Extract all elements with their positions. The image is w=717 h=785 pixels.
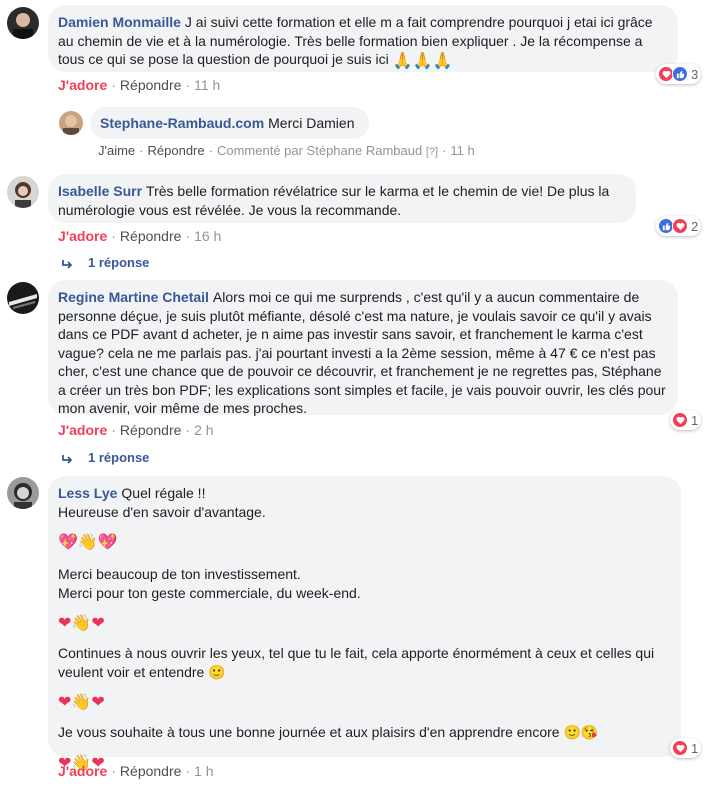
comment-bubble-regine: Regine Martine Chetail Alors moi ce qui m… xyxy=(48,280,678,416)
help-link[interactable]: [?] xyxy=(426,146,438,158)
reaction-count: 1 xyxy=(691,412,699,428)
reply-actions: J'aime · Répondre · Commenté par Stéphane Ra… xyxy=(98,143,475,158)
love-reaction-link[interactable]: J'adore xyxy=(58,422,107,438)
like-link[interactable]: J'aime xyxy=(98,143,135,158)
reply-bubble-stephane: Stephane-Rambaud.com Merci Damien xyxy=(90,107,369,139)
like-icon xyxy=(672,66,688,82)
comment-line: Heureuse d'en savoir d'avantage. xyxy=(58,503,266,520)
reaction-count: 1 xyxy=(691,740,699,756)
reply-time[interactable]: 11 h xyxy=(450,143,474,158)
reply-text: Merci Damien xyxy=(268,115,355,131)
reply-link[interactable]: Répondre xyxy=(120,422,182,438)
reaction-count: 2 xyxy=(691,218,699,234)
reaction-summary[interactable]: 1 xyxy=(670,410,702,430)
comment-line: Merci beaucoup de ton investissement. xyxy=(58,566,301,582)
love-reaction-link[interactable]: J'adore xyxy=(58,228,107,244)
love-reaction-link[interactable]: J'adore xyxy=(58,77,107,93)
love-icon xyxy=(672,218,688,234)
comment-author[interactable]: Isabelle Surr xyxy=(58,183,142,199)
avatar-stephane[interactable] xyxy=(59,111,83,135)
comment-actions: J'adore · Répondre · 11 h xyxy=(58,77,221,93)
view-replies-link[interactable]: 1 réponse xyxy=(62,255,149,270)
love-icon xyxy=(672,740,688,756)
reaction-count: 3 xyxy=(691,66,699,82)
reply-author[interactable]: Stephane-Rambaud.com xyxy=(100,115,264,131)
reaction-summary[interactable]: 3 xyxy=(656,64,702,84)
comment-line: Je vous souhaite à tous une bonne journé… xyxy=(58,724,599,740)
comment-actions: J'adore · Répondre · 1 h xyxy=(58,763,214,779)
comment-line: Quel régale !! xyxy=(121,485,206,501)
replies-count: 1 réponse xyxy=(88,255,150,270)
comment-time[interactable]: 1 h xyxy=(194,763,213,779)
comment-time[interactable]: 16 h xyxy=(194,228,221,244)
avatar-damien[interactable] xyxy=(7,7,39,39)
praying-hands-emoji: 🙏🙏🙏 xyxy=(392,53,453,70)
comment-bubble-less-lye: Less Lye Quel régale !! Heureuse d'en sav… xyxy=(48,476,681,771)
reply-link[interactable]: Répondre xyxy=(120,77,182,93)
comment-line: Merci pour ton geste commerciale, du wee… xyxy=(58,584,361,601)
replies-count: 1 réponse xyxy=(88,450,150,465)
hearts-wave-emoji: 💖👋💖 xyxy=(58,534,118,551)
comment-author[interactable]: Less Lye xyxy=(58,485,117,501)
reply-link[interactable]: Répondre xyxy=(120,228,182,244)
comment-actions: J'adore · Répondre · 16 h xyxy=(58,228,222,244)
comment-time[interactable]: 2 h xyxy=(194,422,213,438)
love-reaction-link[interactable]: J'adore xyxy=(58,763,107,779)
comment-bubble-isabelle: Isabelle Surr Très belle formation révéla… xyxy=(48,174,636,223)
avatar-image xyxy=(9,294,37,309)
hearts-wave-emoji: ❤👋❤ xyxy=(58,615,105,632)
comment-line: Continues à nous ouvrir les yeux, tel qu… xyxy=(58,645,655,680)
hearts-wave-emoji: ❤👋❤ xyxy=(58,694,105,711)
reaction-summary[interactable]: 1 xyxy=(670,738,702,758)
avatar-image xyxy=(13,13,33,39)
comment-text: Alors moi ce qui me surprends , c'est qu… xyxy=(58,289,666,416)
view-replies-link[interactable]: 1 réponse xyxy=(62,450,149,465)
reaction-summary[interactable]: 2 xyxy=(656,216,702,236)
avatar-isabelle[interactable] xyxy=(7,176,39,208)
comment-author[interactable]: Damien Monmaille xyxy=(58,14,181,30)
reply-arrow-icon xyxy=(62,454,73,464)
avatar-image xyxy=(63,115,79,135)
avatar-regine[interactable] xyxy=(7,282,39,314)
avatar-less-lye[interactable] xyxy=(7,477,39,509)
comment-time[interactable]: 11 h xyxy=(194,77,220,93)
reply-arrow-icon xyxy=(62,259,73,269)
comment-bubble-damien: Damien Monmaille J ai suivi cette formati… xyxy=(48,5,678,72)
comment-author[interactable]: Regine Martine Chetail xyxy=(58,289,209,305)
love-icon xyxy=(672,412,688,428)
commented-by: Commenté par Stéphane Rambaud xyxy=(216,143,423,158)
reply-link[interactable]: Répondre xyxy=(148,143,205,158)
avatar-image xyxy=(14,483,32,509)
comment-actions: J'adore · Répondre · 2 h xyxy=(58,422,214,438)
reply-link[interactable]: Répondre xyxy=(120,763,182,779)
avatar-image xyxy=(15,182,31,208)
